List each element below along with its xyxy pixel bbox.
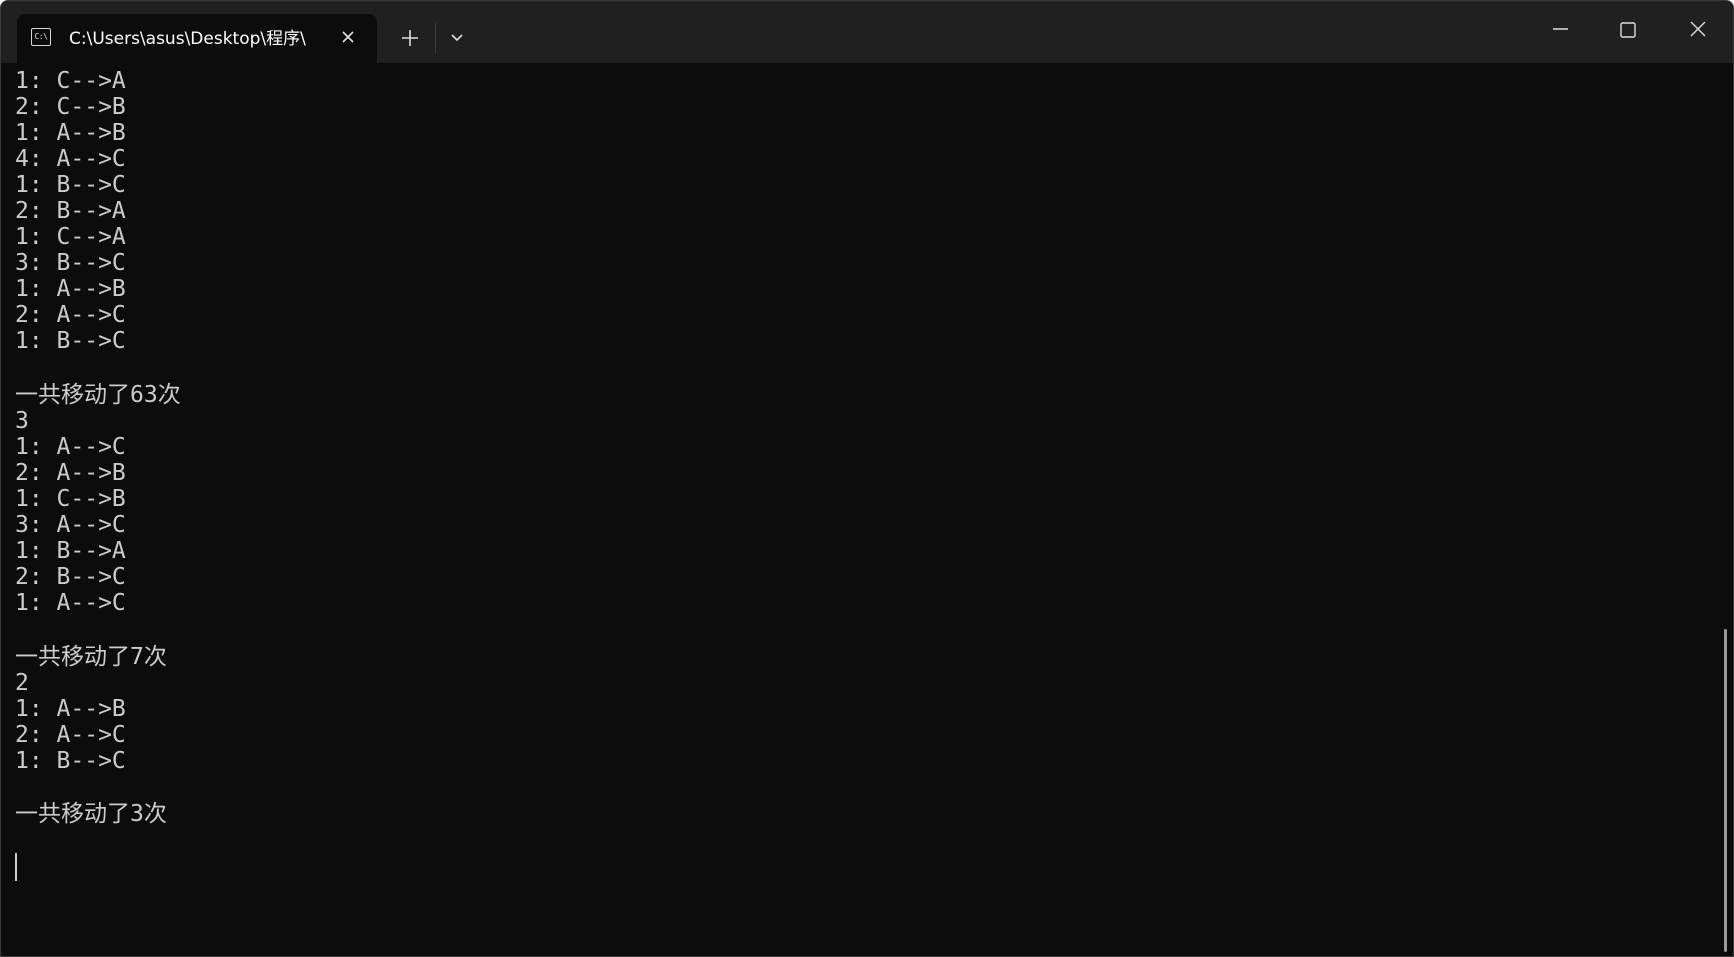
scrollbar[interactable]	[1719, 63, 1733, 956]
terminal-line: 1: A-->B	[15, 696, 126, 722]
terminal-line: 2: B-->A	[15, 198, 126, 224]
terminal-line: 3	[15, 408, 29, 434]
terminal-line: 2: C-->B	[15, 94, 126, 120]
minimize-button[interactable]	[1537, 17, 1583, 47]
scrollbar-thumb[interactable]	[1724, 629, 1727, 952]
terminal-line: 3: A-->C	[15, 512, 126, 538]
new-tab-button[interactable]	[395, 23, 425, 53]
terminal-line: 1: C-->A	[15, 224, 126, 250]
terminal-output[interactable]: 1: C-->A 2: C-->B 1: A-->B 4: A-->C 1: B…	[1, 63, 1721, 956]
terminal-line: 4: A-->C	[15, 146, 126, 172]
chevron-down-icon	[451, 34, 463, 42]
terminal-line: 2	[15, 670, 29, 696]
tab-dropdown-button[interactable]	[443, 25, 471, 51]
maximize-icon	[1620, 22, 1636, 38]
terminal-line: 1: A-->C	[15, 434, 126, 460]
terminal-line: 一共移动了3次	[15, 801, 167, 827]
terminal-line: 1: C-->A	[15, 68, 126, 94]
minimize-icon	[1553, 28, 1568, 30]
terminal-line: 1: B-->C	[15, 748, 126, 774]
tab-title: C:\Users\asus\Desktop\程序\	[69, 29, 306, 49]
title-bar[interactable]: C:\ C:\Users\asus\Desktop\程序\	[1, 1, 1733, 63]
terminal-line: 1: A-->B	[15, 120, 126, 146]
terminal-line: 1: B-->C	[15, 328, 126, 354]
terminal-line: 一共移动了63次	[15, 382, 181, 408]
terminal-window: C:\ C:\Users\asus\Desktop\程序\ 1: C-->A 2…	[0, 0, 1734, 957]
terminal-line: 2: B-->C	[15, 564, 126, 590]
close-window-button[interactable]	[1675, 17, 1721, 47]
terminal-line: 1: A-->C	[15, 590, 126, 616]
tab-terminal[interactable]: C:\ C:\Users\asus\Desktop\程序\	[17, 14, 377, 63]
terminal-line: 1: C-->B	[15, 486, 126, 512]
terminal-cmd-icon: C:\	[31, 28, 51, 46]
terminal-line: 2: A-->B	[15, 460, 126, 486]
tab-divider	[435, 23, 436, 53]
close-icon[interactable]	[335, 24, 361, 50]
terminal-line: 一共移动了7次	[15, 644, 167, 670]
terminal-line: 2: A-->C	[15, 722, 126, 748]
text-cursor	[15, 853, 17, 881]
close-icon	[1690, 21, 1706, 37]
terminal-line: 2: A-->C	[15, 302, 126, 328]
maximize-button[interactable]	[1605, 17, 1651, 47]
terminal-line: 1: B-->A	[15, 538, 126, 564]
terminal-line: 1: A-->B	[15, 276, 126, 302]
plus-icon	[402, 30, 418, 46]
terminal-line: 3: B-->C	[15, 250, 126, 276]
terminal-line: 1: B-->C	[15, 172, 126, 198]
